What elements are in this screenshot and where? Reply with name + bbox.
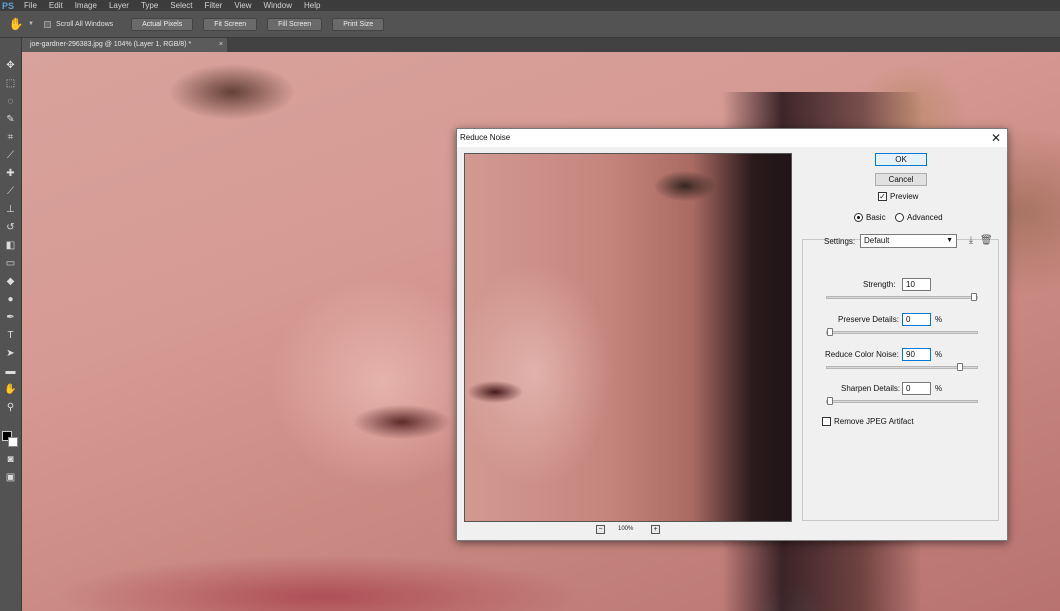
advanced-radio[interactable]: [895, 213, 904, 222]
filter-preview-image[interactable]: [464, 153, 792, 522]
path-selection-tool-icon[interactable]: ➤: [3, 346, 18, 361]
rectangle-tool-icon[interactable]: ▬: [3, 364, 18, 379]
document-tab-bar: joe-gardner-296383.jpg @ 104% (Layer 1, …: [22, 38, 1060, 52]
preserve-details-slider[interactable]: [826, 328, 978, 336]
preview-zoom-value: 100%: [618, 526, 634, 532]
menu-bar: PS File Edit Image Layer Type Select Fil…: [0, 0, 1060, 11]
remove-jpeg-artifact-label: Remove JPEG Artifact: [834, 417, 914, 426]
reduce-color-noise-slider[interactable]: [826, 363, 978, 371]
menu-type[interactable]: Type: [141, 1, 158, 10]
delete-settings-icon[interactable]: 🗑: [980, 235, 993, 247]
sharpen-details-label: Sharpen Details:: [841, 384, 901, 393]
preserve-details-unit: %: [935, 315, 943, 324]
remove-jpeg-artifact-checkbox[interactable]: [822, 417, 831, 426]
strength-slider[interactable]: [826, 293, 978, 301]
history-brush-tool-icon[interactable]: ↺: [3, 220, 18, 235]
hand-tool-panel-icon[interactable]: ✋: [3, 382, 18, 397]
preserve-details-label: Preserve Details:: [838, 315, 899, 324]
basic-radio[interactable]: [854, 213, 863, 222]
reduce-color-noise-unit: %: [935, 350, 943, 359]
fit-screen-button[interactable]: Fit Screen: [203, 17, 258, 31]
basic-label: Basic: [866, 213, 886, 222]
eyedropper-tool-icon[interactable]: ⟋: [3, 148, 18, 163]
screen-mode-icon[interactable]: ▣: [3, 470, 18, 485]
dialog-close-icon[interactable]: ✕: [991, 130, 1001, 146]
zoom-in-button[interactable]: +: [651, 525, 660, 534]
preserve-details-slider-thumb[interactable]: [827, 328, 833, 336]
app-logo: PS: [2, 0, 15, 11]
brush-tool-icon[interactable]: ⟋: [3, 184, 18, 199]
advanced-label: Advanced: [907, 213, 943, 222]
menu-file[interactable]: File: [24, 1, 37, 10]
preview-label: Preview: [890, 192, 919, 201]
preview-checkbox[interactable]: ✓: [878, 192, 887, 201]
strength-input[interactable]: 10: [902, 278, 931, 291]
menu-edit[interactable]: Edit: [49, 1, 63, 10]
save-settings-icon[interactable]: ⤓: [965, 235, 977, 247]
options-bar: ✋ ▼ Scroll All Windows Actual Pixels Fit…: [0, 11, 1060, 38]
dialog-title-bar[interactable]: Reduce Noise ✕: [457, 129, 1007, 147]
menu-help[interactable]: Help: [304, 1, 320, 10]
zoom-out-button[interactable]: −: [596, 525, 605, 534]
tools-panel: ✥ ⬚ ◌ ✎ ⌗ ⟋ ✚ ⟋ ⊥ ↺ ◧ ▭ ◆ ● ✒ T ➤ ▬ ✋ ⚲ …: [0, 38, 22, 611]
preserve-details-input[interactable]: 0: [902, 313, 931, 326]
menu-view[interactable]: View: [234, 1, 251, 10]
settings-label: Settings:: [824, 237, 856, 246]
healing-brush-tool-icon[interactable]: ✚: [3, 166, 18, 181]
marquee-tool-icon[interactable]: ⬚: [3, 76, 18, 91]
quick-mask-icon[interactable]: ◙: [3, 452, 18, 467]
dialog-title: Reduce Noise: [460, 133, 511, 142]
pen-tool-icon[interactable]: ✒: [3, 310, 18, 325]
clone-stamp-tool-icon[interactable]: ⊥: [3, 202, 18, 217]
menu-layer[interactable]: Layer: [109, 1, 129, 10]
preview-zoom-bar: − 100% +: [464, 524, 792, 536]
zoom-tool-icon[interactable]: ⚲: [3, 400, 18, 415]
chevron-down-icon: ▼: [946, 237, 953, 244]
scroll-all-windows-checkbox[interactable]: [43, 20, 51, 28]
menu-window[interactable]: Window: [264, 1, 292, 10]
scroll-all-windows-label: Scroll All Windows: [55, 20, 114, 28]
reduce-color-noise-slider-thumb[interactable]: [956, 363, 963, 371]
settings-value: Default: [864, 236, 890, 245]
fill-screen-button[interactable]: Fill Screen: [267, 17, 323, 31]
document-tab-title: joe-gardner-296383.jpg @ 104% (Layer 1, …: [30, 41, 192, 48]
sharpen-details-slider[interactable]: [826, 397, 978, 405]
menu-filter[interactable]: Filter: [205, 1, 223, 10]
dodge-tool-icon[interactable]: ●: [3, 292, 18, 307]
reduce-color-noise-input[interactable]: 90: [902, 348, 931, 361]
document-close-icon[interactable]: ×: [219, 38, 223, 52]
reduce-noise-dialog: Reduce Noise ✕ − 100% + OK Cancel ✓ Prev…: [456, 128, 1008, 541]
type-tool-icon[interactable]: T: [3, 328, 18, 343]
sharpen-details-slider-thumb[interactable]: [827, 397, 833, 405]
reduce-color-noise-label: Reduce Color Noise:: [825, 350, 899, 359]
sharpen-details-input[interactable]: 0: [902, 382, 931, 395]
document-tab[interactable]: joe-gardner-296383.jpg @ 104% (Layer 1, …: [22, 38, 227, 52]
quick-selection-tool-icon[interactable]: ✎: [3, 112, 18, 127]
tool-preset-chevron-down-icon[interactable]: ▼: [28, 21, 34, 27]
background-color-swatch[interactable]: [8, 437, 18, 447]
lasso-tool-icon[interactable]: ◌: [3, 94, 18, 109]
menu-select[interactable]: Select: [170, 1, 192, 10]
sharpen-details-unit: %: [935, 384, 943, 393]
photoshop-window: PS File Edit Image Layer Type Select Fil…: [0, 0, 1060, 611]
ok-button[interactable]: OK: [875, 153, 927, 166]
strength-slider-thumb[interactable]: [971, 293, 977, 301]
settings-dropdown[interactable]: Default ▼: [860, 234, 957, 248]
blur-tool-icon[interactable]: ◆: [3, 274, 18, 289]
crop-tool-icon[interactable]: ⌗: [3, 130, 18, 145]
move-tool-icon[interactable]: ✥: [3, 58, 18, 73]
hand-tool-icon[interactable]: ✋: [8, 16, 24, 32]
settings-group-box: [802, 239, 999, 521]
print-size-button[interactable]: Print Size: [332, 17, 385, 31]
strength-label: Strength:: [863, 280, 896, 289]
menu-image[interactable]: Image: [75, 1, 97, 10]
eraser-tool-icon[interactable]: ◧: [3, 238, 18, 253]
cancel-button[interactable]: Cancel: [875, 173, 927, 186]
gradient-tool-icon[interactable]: ▭: [3, 256, 18, 271]
actual-pixels-button[interactable]: Actual Pixels: [131, 17, 194, 31]
